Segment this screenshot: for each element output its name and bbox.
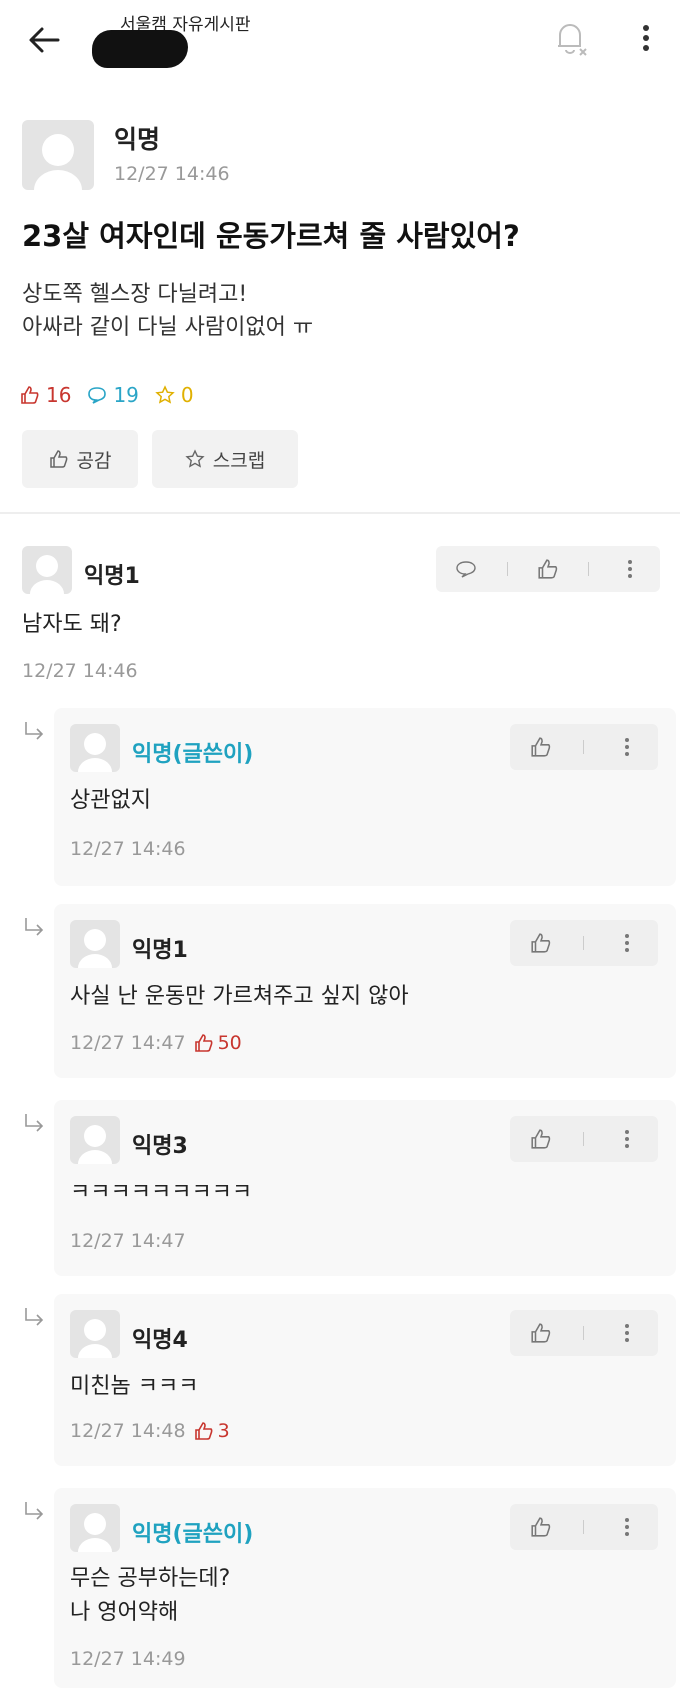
comment-time: 12/27 14:49 [70,1648,186,1670]
divider [0,512,680,514]
scrap-count: 0 [155,383,194,407]
reply-card: 익명(글쓴이) 무슨 공부하는데? 나 영어약해 12/27 14:49 [54,1488,676,1688]
reply-arrow-icon [22,1112,46,1138]
scrap-label: 스크랩 [212,449,266,472]
more-vertical-icon[interactable] [632,18,660,58]
avatar [70,1116,120,1164]
comment-toolbar [510,1504,658,1550]
post-body: 상도쪽 헬스장 다닐려고! 아싸라 같이 다닐 사람이없어 ㅠ [22,282,314,340]
comment-author: 익명(글쓴이) [132,742,254,767]
comment-author: 익명4 [132,1328,188,1353]
avatar [70,1310,120,1358]
tool-separator [583,936,585,950]
more-vertical-icon[interactable] [607,923,647,963]
comment-meta: 12/27 14:49 [70,1648,186,1670]
avatar [70,920,120,968]
comment-body: 무슨 공부하는데? 나 영어약해 [70,1566,231,1625]
like-count-value: 16 [46,383,72,407]
post-time: 12/27 14:46 [114,163,230,185]
comment-body: 미친놈 ㅋㅋㅋ [70,1374,199,1399]
reply-arrow-icon [22,916,46,942]
more-vertical-icon[interactable] [607,1119,647,1159]
top-bar: 서울캠 자유게시판 [0,0,680,84]
comment-meta: 12/27 14:46 [22,660,138,682]
comment-author: 익명1 [132,938,188,963]
comment-count-value: 19 [113,383,139,407]
comment-time: 12/27 14:46 [22,660,138,682]
comment-count: 19 [87,383,139,407]
avatar [22,546,72,594]
thumbs-up-icon [194,1034,213,1052]
reply-icon[interactable] [446,549,486,589]
post-title: 23살 여자인데 운동가르쳐 줄 사람있어? [22,219,520,253]
avatar [70,724,120,772]
reply-arrow-icon [22,1500,46,1526]
comment-meta: 12/27 14:48 3 [70,1420,230,1442]
comment-likes: 50 [194,1032,242,1054]
thumbs-up-icon[interactable] [521,727,561,767]
thumbs-up-icon[interactable] [528,549,568,589]
comment-likes: 3 [194,1420,230,1442]
comment-likes-value: 3 [217,1420,230,1442]
speech-bubble-icon [88,387,107,404]
comment-toolbar [436,546,660,592]
redaction-scribble [92,30,188,68]
tool-separator [583,1132,585,1146]
tool-separator [583,1326,585,1340]
scrap-count-value: 0 [180,383,194,407]
comment-likes-value: 50 [217,1032,242,1054]
reply-card: 익명1 사실 난 운동만 가르쳐주고 싶지 않아 12/27 14:47 50 [54,904,676,1078]
comment-time: 12/27 14:47 [70,1230,186,1252]
empathy-button[interactable]: 공감 [22,430,138,488]
thumbs-up-icon[interactable] [521,1313,561,1353]
thumbs-up-icon [21,386,39,404]
comment-meta: 12/27 14:46 [70,838,186,860]
comment-author: 익명1 [84,564,140,589]
comment-time: 12/27 14:47 [70,1032,186,1054]
comment-author: 익명3 [132,1134,188,1159]
thumbs-up-icon [194,1422,213,1440]
comment-toolbar [510,1310,658,1356]
thumbs-up-icon[interactable] [521,1507,561,1547]
comment-meta: 12/27 14:47 [70,1230,186,1252]
empathy-label: 공감 [76,449,112,472]
thumbs-up-icon [49,450,67,468]
reply-arrow-icon [22,720,46,746]
star-icon [185,449,205,468]
more-vertical-icon[interactable] [607,727,647,767]
bell-off-icon[interactable] [548,16,592,60]
more-vertical-icon[interactable] [610,549,650,589]
tool-separator [583,1520,585,1534]
comment-author: 익명(글쓴이) [132,1522,254,1547]
comment-toolbar [510,724,658,770]
comment-time: 12/27 14:46 [70,838,186,860]
comment-body: 남자도 돼? [22,612,122,637]
reply-card: 익명4 미친놈 ㅋㅋㅋ 12/27 14:48 3 [54,1294,676,1466]
scrap-button[interactable]: 스크랩 [152,430,298,488]
post-stats: 16 19 0 [20,383,194,407]
like-count: 16 [20,383,71,407]
reply-card: 익명3 ㅋㅋㅋㅋㅋㅋㅋㅋㅋ 12/27 14:47 [54,1100,676,1276]
back-arrow-icon[interactable] [24,20,64,60]
tool-separator [583,740,585,754]
reply-arrow-icon [22,1306,46,1332]
more-vertical-icon[interactable] [607,1313,647,1353]
comment-toolbar [510,920,658,966]
star-icon [155,385,175,404]
comment-body: 사실 난 운동만 가르쳐주고 싶지 않아 [70,984,409,1009]
comment-meta: 12/27 14:47 50 [70,1032,242,1054]
reply-card: 익명(글쓴이) 상관없지 12/27 14:46 [54,708,676,886]
tool-separator [506,562,508,576]
comment-toolbar [510,1116,658,1162]
avatar [70,1504,120,1552]
more-vertical-icon[interactable] [607,1507,647,1547]
comment-body: ㅋㅋㅋㅋㅋㅋㅋㅋㅋ [70,1180,253,1205]
thumbs-up-icon[interactable] [521,923,561,963]
comment-body: 상관없지 [70,788,151,813]
thumbs-up-icon[interactable] [521,1119,561,1159]
post-author: 익명 [114,125,161,154]
avatar [22,120,94,190]
comment-time: 12/27 14:48 [70,1420,186,1442]
tool-separator [588,562,590,576]
